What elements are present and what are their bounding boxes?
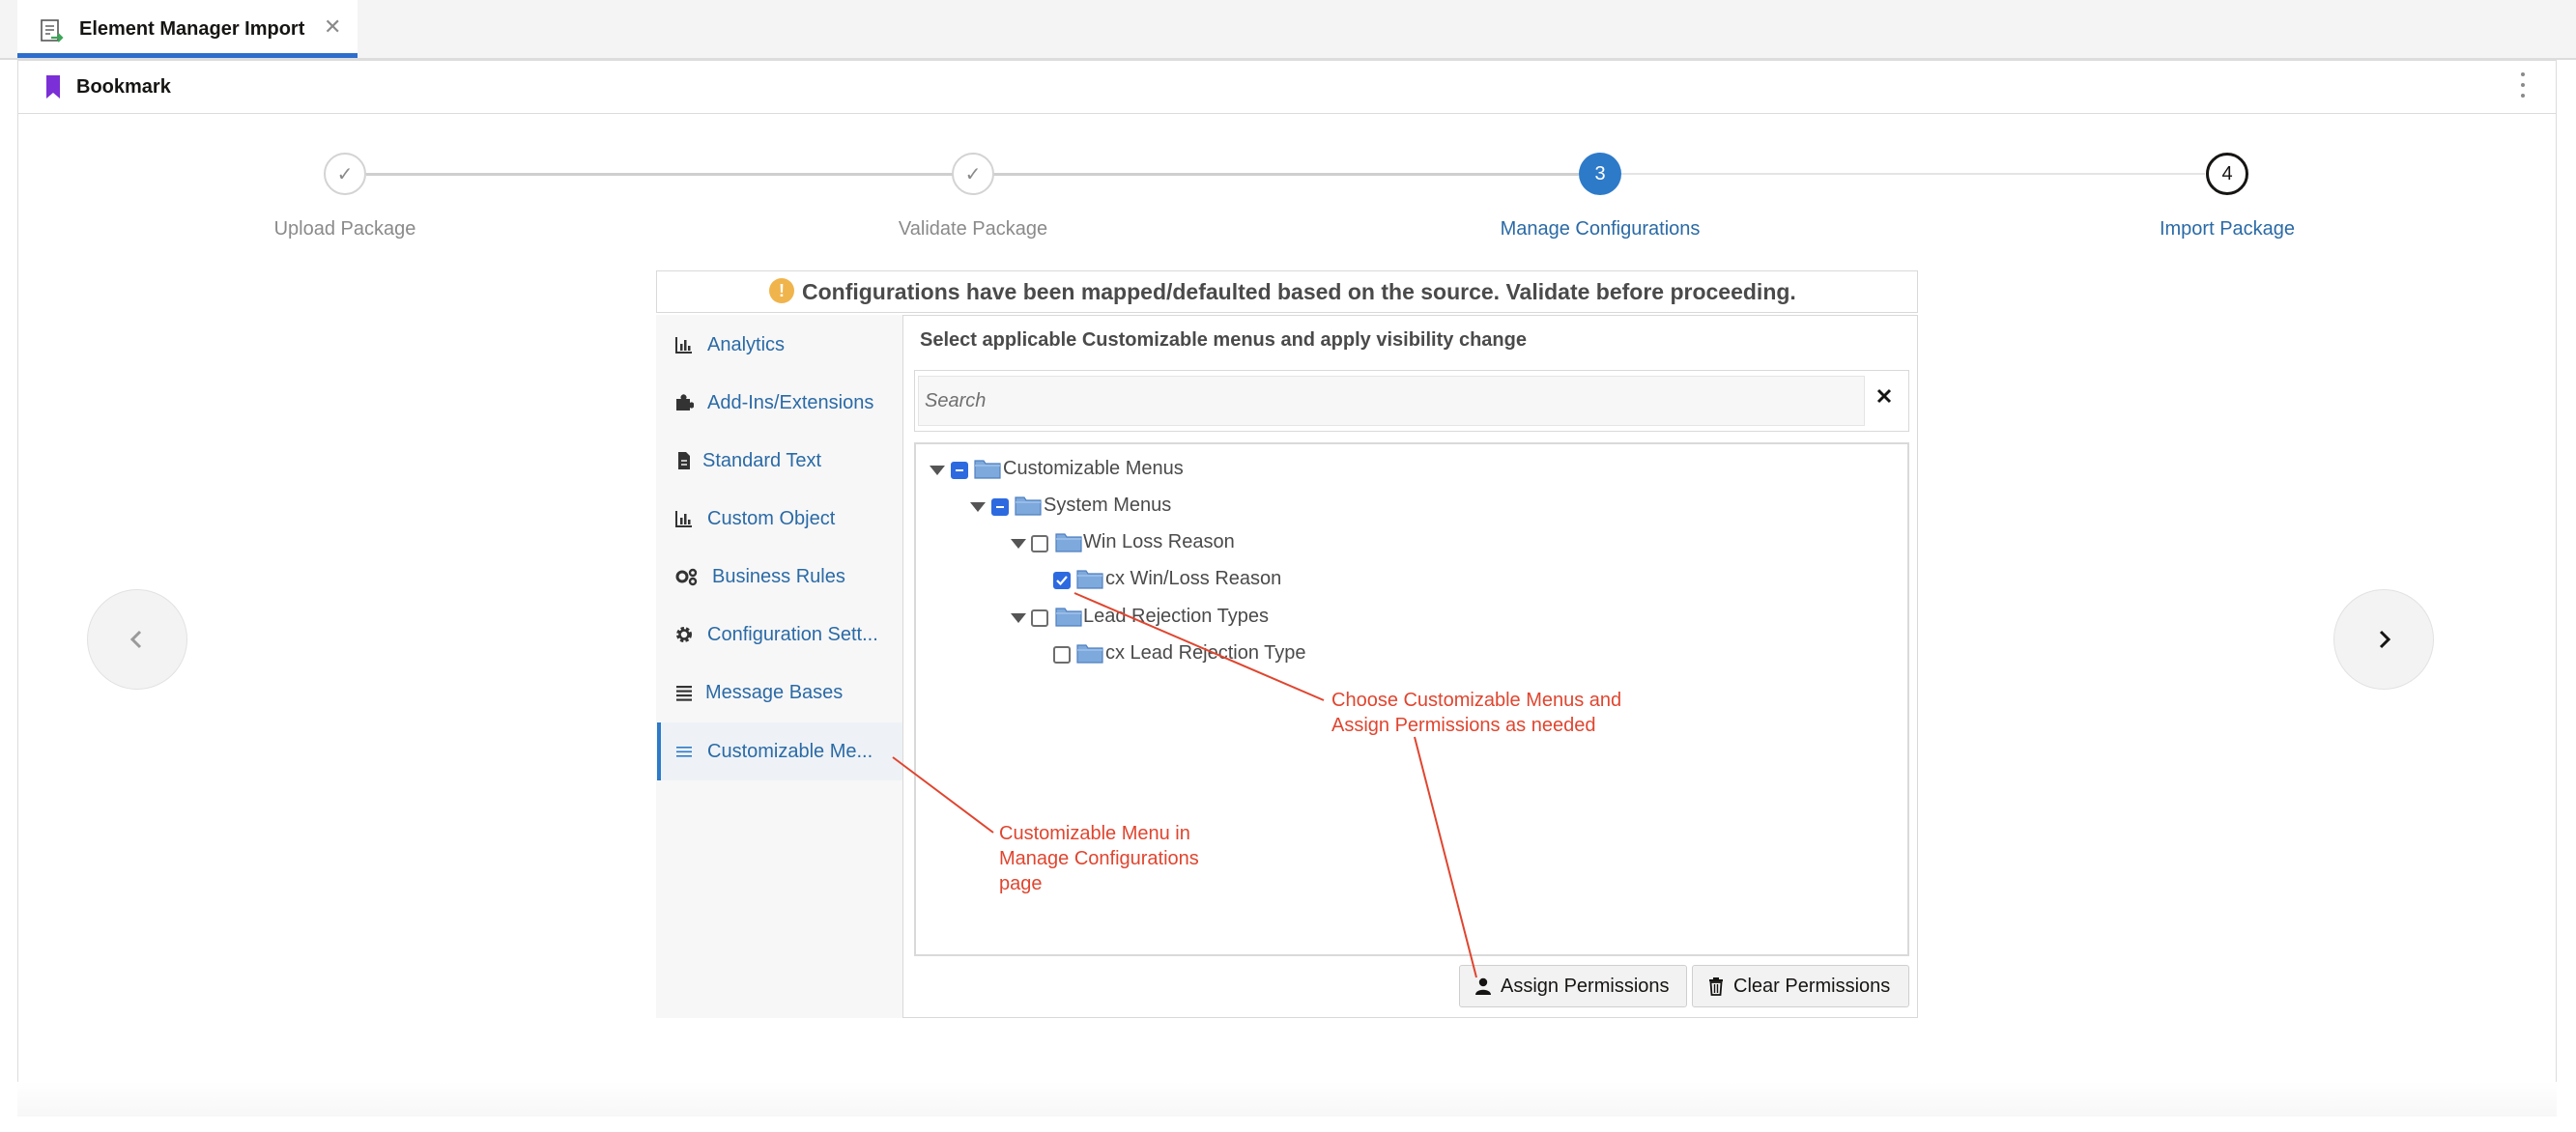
list-icon [676,686,692,701]
puzzle-icon [676,394,694,410]
tree-label-cx-win-loss-reason[interactable]: cx Win/Loss Reason [1105,568,1281,590]
nav-item-message-bases[interactable]: Message Bases [657,664,902,722]
close-tab-icon[interactable]: ✕ [324,14,341,40]
annotation-tree-note: Choose Customizable Menus and Assign Per… [1331,688,1621,738]
chevron-right-icon [2379,630,2391,649]
stepper-line-3 [1621,173,2205,175]
gears-icon [675,568,698,586]
step-2-marker[interactable]: ✓ [952,153,994,195]
tree-label-system-menus[interactable]: System Menus [1044,495,1171,517]
nav-item-label: Message Bases [705,682,844,703]
chart-icon [675,337,692,354]
tree-label-lead-rejection-types[interactable]: Lead Rejection Types [1083,606,1269,628]
nav-item-label: Standard Text [702,450,822,471]
nav-item-label: Add-Ins/Extensions [707,392,874,413]
search-input[interactable] [918,376,1865,426]
expand-caret-icon[interactable] [970,502,986,512]
annotation-line: Assign Permissions as needed [1331,715,1596,736]
import-document-icon [41,19,64,42]
tree-checkbox-win-loss-reason[interactable] [1031,535,1048,552]
warning-banner-text: Configurations have been mapped/defaulte… [802,279,1796,304]
expand-caret-icon[interactable] [1011,539,1026,549]
step-1-label: Upload Package [273,218,416,240]
tree-checkbox-lead-rejection-types[interactable] [1031,609,1048,627]
step-2-label: Validate Package [898,218,1048,240]
nav-item-label: Customizable Me... [707,741,873,762]
tree-checkbox-cx-win-loss-reason[interactable] [1053,572,1071,589]
checkmark-icon [1056,576,1068,586]
content-heading: Select applicable Customizable menus and… [920,329,1527,351]
annotation-line: Customizable Menu in [999,823,1190,844]
step-1-marker[interactable]: ✓ [324,153,366,195]
step-4-marker[interactable]: 4 [2206,153,2248,195]
more-options-icon[interactable] [2518,71,2528,101]
tree-checkbox-cx-lead-rejection-type[interactable] [1053,646,1071,664]
bookmark-label[interactable]: Bookmark [76,76,171,99]
expand-caret-icon[interactable] [1011,613,1026,623]
clear-permissions-button[interactable]: Clear Permissions [1692,965,1909,1007]
user-icon [1475,977,1491,995]
stepper-line-2 [993,173,1579,176]
tree-checkbox-system-menus[interactable] [991,498,1009,516]
step-3-label: Manage Configurations [1500,218,1701,240]
step-4-label: Import Package [2159,218,2296,240]
chart-icon [675,511,692,527]
tab-title: Element Manager Import [79,18,305,40]
folder-icon [1076,570,1103,589]
nav-item-custom-object[interactable]: Custom Object [657,490,902,548]
bookmark-icon[interactable] [43,73,64,100]
nav-item-label: Configuration Sett... [707,624,878,645]
document-icon [678,452,690,469]
nav-item-label: Custom Object [707,508,836,529]
nav-item-business-rules[interactable]: Business Rules [657,548,902,606]
step-3-marker[interactable]: 3 [1579,153,1621,195]
expand-caret-icon[interactable] [930,466,945,475]
nav-item-analytics[interactable]: Analytics [657,316,902,374]
tree-label-customizable-menus[interactable]: Customizable Menus [1003,458,1184,480]
assign-permissions-label: Assign Permissions [1501,975,1670,997]
folder-icon [1015,496,1042,516]
folder-icon [1055,608,1082,627]
tab-strip [0,0,2576,60]
nav-item-customizable-menus[interactable]: Customizable Me... [657,722,902,780]
folder-icon [1076,644,1103,664]
trash-icon [1709,977,1723,996]
nav-item-configuration-settings[interactable]: Configuration Sett... [657,606,902,664]
folder-icon [1055,533,1082,552]
stepper-line-1 [366,173,953,176]
annotation-line: page [999,873,1043,894]
nav-item-label: Analytics [707,334,786,355]
folder-icon [974,460,1001,479]
warning-icon: ! [769,278,794,303]
nav-item-add-ins-extensions[interactable]: Add-Ins/Extensions [657,374,902,432]
clear-search-icon[interactable] [1873,384,1896,408]
next-step-button[interactable] [2333,589,2434,690]
tree-label-cx-lead-rejection-type[interactable]: cx Lead Rejection Type [1105,642,1306,665]
previous-step-button[interactable] [87,589,187,690]
annotation-line: Choose Customizable Menus and [1331,690,1622,711]
gear-icon [676,627,692,642]
bookmark-bar [17,60,2557,114]
annotation-nav-note: Customizable Menu in Manage Configuratio… [999,821,1199,896]
clear-permissions-label: Clear Permissions [1733,975,1891,997]
annotation-line: Manage Configurations [999,848,1199,869]
panel-footer-shade [17,1082,2557,1117]
chevron-left-icon [129,630,142,649]
nav-item-label: Business Rules [712,566,845,587]
nav-item-standard-text[interactable]: Standard Text [657,432,902,490]
tree-label-win-loss-reason[interactable]: Win Loss Reason [1083,531,1235,553]
tree-checkbox-customizable-menus[interactable] [951,462,968,479]
assign-permissions-button[interactable]: Assign Permissions [1459,965,1687,1007]
menu-icon [676,747,692,757]
